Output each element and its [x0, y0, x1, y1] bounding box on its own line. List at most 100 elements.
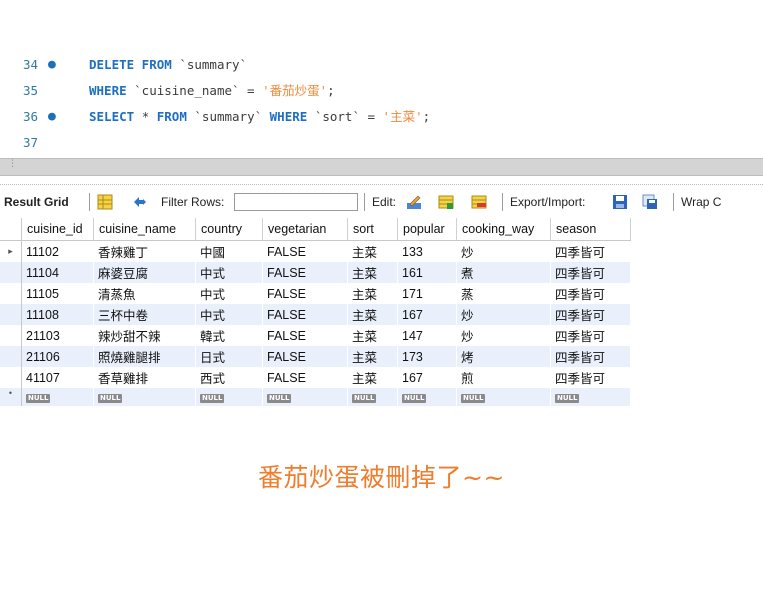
- grid-cell-sort[interactable]: 主菜: [347, 325, 398, 346]
- grid-view-icon[interactable]: [97, 194, 113, 210]
- row-gutter[interactable]: [0, 304, 22, 325]
- row-gutter[interactable]: ▸: [0, 240, 22, 262]
- grid-cell-sort[interactable]: 主菜: [347, 240, 398, 262]
- column-header-cooking-way[interactable]: cooking_way: [456, 218, 551, 241]
- table-row[interactable]: 41107 香草雞排 西式 FALSE 主菜 167 煎四季皆可: [0, 367, 631, 388]
- grid-cell-country[interactable]: 中式: [195, 262, 263, 283]
- grid-cell-cuisine-id[interactable]: 11104: [21, 262, 94, 283]
- grid-cell-cuisine-id[interactable]: 21103: [21, 325, 94, 346]
- column-header-country[interactable]: country: [195, 218, 263, 241]
- grid-cell-cuisine-name[interactable]: 香辣雞丁: [93, 240, 196, 262]
- grid-cell-popular[interactable]: 171: [397, 283, 457, 304]
- table-row[interactable]: 11105 清蒸魚 中式 FALSE 主菜 171 蒸四季皆可: [0, 283, 631, 304]
- grid-cell-cuisine-name[interactable]: 三杯中卷: [93, 304, 196, 325]
- grid-cell-cuisine-id[interactable]: 11102: [21, 240, 94, 262]
- code-line[interactable]: 37: [0, 130, 763, 156]
- null-cell[interactable]: NULL: [262, 388, 348, 406]
- grid-cell-cuisine-name[interactable]: 清蒸魚: [93, 283, 196, 304]
- column-header-cuisine-name[interactable]: cuisine_name: [93, 218, 196, 241]
- grid-cell-sort[interactable]: 主菜: [347, 346, 398, 367]
- code-line[interactable]: 34 ● DELETE FROM `summary`: [0, 52, 763, 78]
- column-header-sort[interactable]: sort: [347, 218, 398, 241]
- table-row[interactable]: ▸ 11102 香辣雞丁 中國 FALSE 主菜 133 炒四季皆可: [0, 240, 631, 262]
- null-cell[interactable]: NULL: [550, 388, 631, 406]
- grid-cell-cuisine-name[interactable]: 麻婆豆腐: [93, 262, 196, 283]
- sql-editor[interactable]: 34 ● DELETE FROM `summary` 35 WHERE `cuisine…: [0, 52, 763, 156]
- row-gutter[interactable]: [0, 283, 22, 304]
- null-cell[interactable]: NULL: [195, 388, 263, 406]
- grid-cell-popular[interactable]: 173: [397, 346, 457, 367]
- grid-cell-vegetarian[interactable]: FALSE: [262, 325, 348, 346]
- grid-cell-season[interactable]: 四季皆可: [550, 283, 631, 304]
- grid-cell-vegetarian[interactable]: FALSE: [262, 346, 348, 367]
- grid-cell-country[interactable]: 中式: [195, 304, 263, 325]
- table-row[interactable]: 11108 三杯中卷 中式 FALSE 主菜 167 炒四季皆可: [0, 304, 631, 325]
- grid-cell-popular[interactable]: 161: [397, 262, 457, 283]
- grid-cell-cooking-way[interactable]: 煮: [456, 262, 551, 283]
- null-cell[interactable]: NULL: [397, 388, 457, 406]
- code-line[interactable]: 36 ● SELECT * FROM `summary` WHERE `sort` …: [0, 104, 763, 130]
- column-header-popular[interactable]: popular: [397, 218, 457, 241]
- wrap-cell-label[interactable]: Wrap C: [681, 185, 721, 219]
- code-line[interactable]: 35 WHERE `cuisine_name` = '番茄炒蛋';: [0, 78, 763, 104]
- grid-cell-country[interactable]: 西式: [195, 367, 263, 388]
- grid-cell-season[interactable]: 四季皆可: [550, 367, 631, 388]
- grid-cell-cuisine-id[interactable]: 21106: [21, 346, 94, 367]
- grid-cell-cooking-way[interactable]: 炒: [456, 240, 551, 262]
- null-cell[interactable]: NULL: [456, 388, 551, 406]
- grid-cell-country[interactable]: 韓式: [195, 325, 263, 346]
- null-cell[interactable]: NULL: [347, 388, 398, 406]
- import-icon[interactable]: [642, 194, 658, 210]
- panel-splitter[interactable]: ⋮: [0, 158, 763, 176]
- grid-cell-sort[interactable]: 主菜: [347, 283, 398, 304]
- new-row-marker[interactable]: •: [0, 388, 22, 406]
- grid-cell-country[interactable]: 日式: [195, 346, 263, 367]
- grid-cell-cuisine-name[interactable]: 照燒雞腿排: [93, 346, 196, 367]
- grid-cell-cooking-way[interactable]: 炒: [456, 304, 551, 325]
- grid-cell-cooking-way[interactable]: 蒸: [456, 283, 551, 304]
- grid-cell-popular[interactable]: 167: [397, 367, 457, 388]
- refresh-arrows-icon[interactable]: [132, 194, 148, 210]
- grid-cell-cooking-way[interactable]: 炒: [456, 325, 551, 346]
- new-row[interactable]: • NULL NULL NULL NULL NULL NULL NULL NULL: [0, 388, 631, 406]
- grid-cell-cuisine-id[interactable]: 11105: [21, 283, 94, 304]
- filter-rows-input[interactable]: [234, 193, 358, 211]
- add-row-icon[interactable]: [438, 194, 454, 210]
- table-row[interactable]: 21106 照燒雞腿排 日式 FALSE 主菜 173 烤四季皆可: [0, 346, 631, 367]
- statement-marker-icon[interactable]: ●: [48, 104, 56, 130]
- grid-cell-season[interactable]: 四季皆可: [550, 240, 631, 262]
- grid-cell-cooking-way[interactable]: 煎: [456, 367, 551, 388]
- null-cell[interactable]: NULL: [93, 388, 196, 406]
- grid-cell-popular[interactable]: 167: [397, 304, 457, 325]
- grid-cell-vegetarian[interactable]: FALSE: [262, 283, 348, 304]
- grid-cell-country[interactable]: 中國: [195, 240, 263, 262]
- delete-row-icon[interactable]: [471, 194, 487, 210]
- null-cell[interactable]: NULL: [21, 388, 94, 406]
- table-row[interactable]: 11104 麻婆豆腐 中式 FALSE 主菜 161 煮四季皆可: [0, 262, 631, 283]
- result-grid-tab[interactable]: Result Grid: [4, 185, 69, 219]
- column-header-cuisine-id[interactable]: cuisine_id: [21, 218, 94, 241]
- row-gutter[interactable]: [0, 346, 22, 367]
- grid-cell-cuisine-id[interactable]: 41107: [21, 367, 94, 388]
- edit-pencil-icon[interactable]: [406, 194, 422, 210]
- grid-cell-country[interactable]: 中式: [195, 283, 263, 304]
- grid-cell-sort[interactable]: 主菜: [347, 367, 398, 388]
- grid-cell-season[interactable]: 四季皆可: [550, 325, 631, 346]
- grid-cell-sort[interactable]: 主菜: [347, 304, 398, 325]
- grid-cell-cuisine-name[interactable]: 辣炒甜不辣: [93, 325, 196, 346]
- grid-cell-season[interactable]: 四季皆可: [550, 262, 631, 283]
- grid-cell-cooking-way[interactable]: 烤: [456, 346, 551, 367]
- grid-cell-sort[interactable]: 主菜: [347, 262, 398, 283]
- splitter-grip[interactable]: ⋮: [8, 160, 17, 169]
- grid-cell-cuisine-id[interactable]: 11108: [21, 304, 94, 325]
- statement-marker-icon[interactable]: ●: [48, 52, 56, 78]
- grid-cell-popular[interactable]: 147: [397, 325, 457, 346]
- row-gutter[interactable]: [0, 325, 22, 346]
- grid-cell-cuisine-name[interactable]: 香草雞排: [93, 367, 196, 388]
- grid-cell-vegetarian[interactable]: FALSE: [262, 240, 348, 262]
- table-row[interactable]: 21103 辣炒甜不辣 韓式 FALSE 主菜 147 炒四季皆可: [0, 325, 631, 346]
- grid-cell-vegetarian[interactable]: FALSE: [262, 367, 348, 388]
- column-header-vegetarian[interactable]: vegetarian: [262, 218, 348, 241]
- grid-cell-season[interactable]: 四季皆可: [550, 304, 631, 325]
- grid-cell-popular[interactable]: 133: [397, 240, 457, 262]
